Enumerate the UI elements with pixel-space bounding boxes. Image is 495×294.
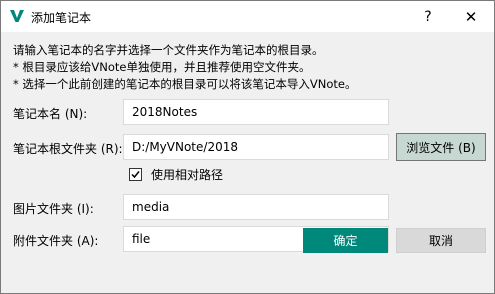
close-button[interactable]: ✕ — [448, 1, 494, 32]
cancel-button[interactable]: 取消 — [396, 228, 486, 253]
title-bar[interactable]: 添加笔记本 ? ✕ — [1, 1, 494, 32]
image-folder-input[interactable]: media — [123, 194, 389, 220]
root-folder-label: 笔记本根文件夹 (R): — [13, 142, 123, 156]
checkmark-icon — [131, 171, 140, 179]
attachment-folder-label: 附件文件夹 (A): — [13, 234, 99, 248]
description-line-2: * 根目录应该给VNote单独使用，并且推荐使用空文件夹。 — [13, 60, 311, 74]
vnote-logo-icon — [10, 10, 24, 22]
relative-path-checkbox[interactable] — [129, 168, 142, 181]
description-line-1: 请输入笔记本的名字并选择一个文件夹作为笔记本的根目录。 — [13, 43, 324, 57]
browse-button[interactable]: 浏览文件 (B) — [396, 133, 486, 161]
window-title: 添加笔记本 — [31, 11, 92, 25]
relative-path-option[interactable]: 使用相对路径 — [129, 166, 223, 183]
notebook-name-input[interactable]: 2018Notes — [123, 99, 389, 125]
description-line-3: * 选择一个此前创建的笔记本的根目录可以将该笔记本导入VNote。 — [13, 77, 357, 91]
ok-button[interactable]: 确定 — [303, 228, 388, 253]
image-folder-label: 图片文件夹 (I): — [13, 202, 94, 216]
help-button[interactable]: ? — [405, 1, 451, 32]
root-folder-input[interactable]: D:/MyVNote/2018 — [123, 134, 389, 160]
notebook-name-label: 笔记本名 (N): — [13, 107, 88, 121]
add-notebook-dialog: 添加笔记本 ? ✕ 请输入笔记本的名字并选择一个文件夹作为笔记本的根目录。 * … — [0, 0, 495, 294]
relative-path-label: 使用相对路径 — [151, 168, 224, 182]
dialog-content: 请输入笔记本的名字并选择一个文件夹作为笔记本的根目录。 * 根目录应该给VNot… — [1, 32, 494, 293]
